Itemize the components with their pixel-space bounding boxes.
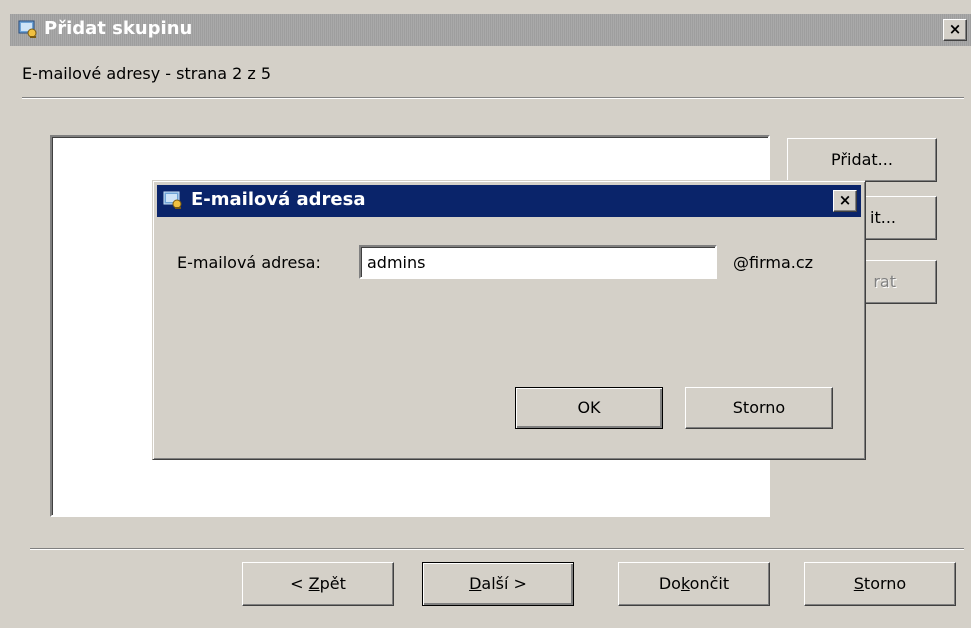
email-domain-suffix: @firma.cz — [733, 253, 814, 272]
window-title: Přidat skupinu — [44, 18, 193, 39]
finish-label-rest: ončit — [689, 574, 730, 593]
back-prefix: < — [290, 574, 309, 593]
cancel-access-key: S — [853, 574, 864, 593]
close-icon: × — [838, 191, 852, 209]
dialog-cancel-label: Storno — [732, 398, 786, 417]
back-access-key: Z — [308, 574, 320, 593]
finish-label-pre: Do — [658, 574, 681, 593]
email-field-label: E-mailová adresa: — [177, 253, 321, 272]
remove-button-label: rat — [873, 272, 896, 291]
dialog-close-button[interactable]: × — [833, 190, 857, 212]
top-divider — [22, 97, 964, 99]
window-close-button[interactable]: × — [943, 19, 967, 41]
add-button-label: Přidat... — [831, 150, 893, 169]
finish-access-key: k — [680, 574, 690, 593]
group-window-icon — [18, 20, 37, 38]
cancel-button[interactable]: Storno — [804, 562, 956, 606]
edit-button-label: it... — [870, 208, 896, 227]
back-label-rest: pět — [319, 574, 346, 593]
next-button[interactable]: Další > — [422, 562, 574, 606]
finish-button[interactable]: Dokončit — [618, 562, 770, 606]
email-field[interactable]: admins — [359, 245, 717, 279]
page-subtitle: E-mailové adresy - strana 2 z 5 — [22, 64, 272, 83]
add-button[interactable]: Přidat... — [787, 138, 937, 182]
next-label-rest: alší > — [481, 574, 527, 593]
add-group-window: Přidat skupinu × E-mailové adresy - stra… — [0, 0, 971, 628]
group-window-icon — [163, 191, 182, 209]
bottom-divider — [30, 548, 964, 550]
dialog-cancel-button[interactable]: Storno — [685, 387, 833, 429]
window-titlebar[interactable]: Přidat skupinu × — [10, 14, 971, 46]
dialog-titlebar[interactable]: E-mailová adresa × — [157, 185, 861, 217]
dialog-title: E-mailová adresa — [191, 189, 366, 210]
close-icon: × — [948, 20, 962, 38]
next-access-key: D — [469, 574, 482, 593]
cancel-label-rest: torno — [863, 574, 907, 593]
email-address-dialog: E-mailová adresa × E-mailová adresa: adm… — [152, 180, 866, 460]
ok-button-label: OK — [577, 398, 601, 417]
ok-button[interactable]: OK — [515, 387, 663, 429]
back-button[interactable]: < Zpět — [242, 562, 394, 606]
